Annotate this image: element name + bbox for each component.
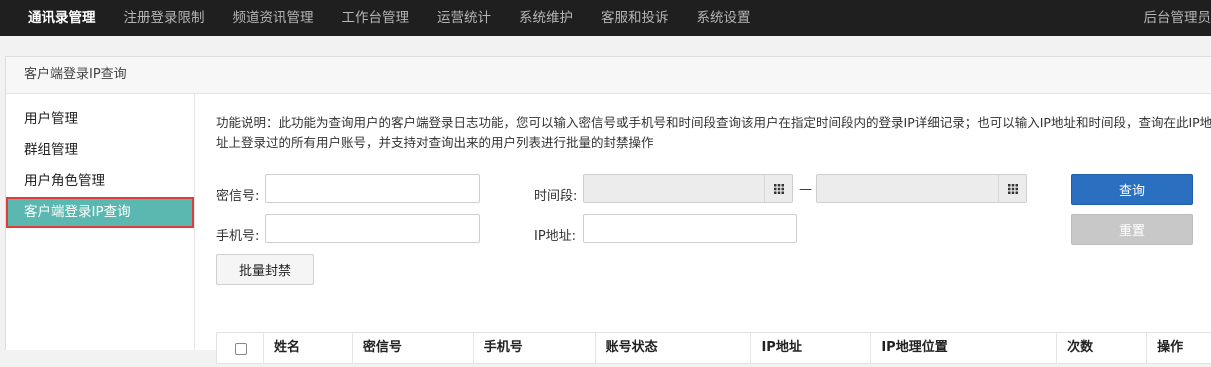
main-content: 功能说明：此功能为查询用户的客户端登录日志功能，您可以输入密信号或手机号和时间段… <box>216 94 1211 350</box>
topnav-item-system-settings[interactable]: 系统设置 <box>683 0 765 36</box>
topnav-item-channel-news[interactable]: 频道资讯管理 <box>219 0 328 36</box>
sidebar-item-user-management[interactable]: 用户管理 <box>6 104 194 135</box>
time-end-input[interactable] <box>816 174 1027 203</box>
topnav-item-register-login-limits[interactable]: 注册登录限制 <box>110 0 219 36</box>
mixin-id-label: 密信号: <box>216 185 259 204</box>
column-header-phone[interactable]: 手机号 <box>474 333 596 363</box>
current-user-label[interactable]: 后台管理员 <box>1144 0 1211 36</box>
sidebar-item-user-role-management[interactable]: 用户角色管理 <box>6 166 194 197</box>
top-nav-menu: 通讯录管理 注册登录限制 频道资讯管理 工作台管理 运营统计 系统维护 客服和投… <box>0 0 765 36</box>
topnav-item-operation-stats[interactable]: 运营统计 <box>423 0 505 36</box>
column-header-mixin-id[interactable]: 密信号 <box>353 333 474 363</box>
column-header-account-status[interactable]: 账号状态 <box>596 333 752 363</box>
calendar-icon[interactable] <box>998 175 1026 202</box>
column-header-ip-location[interactable]: IP地理位置 <box>871 333 1057 363</box>
select-all-column <box>217 333 264 363</box>
main-panel: 客户端登录IP查询 用户管理 群组管理 用户角色管理 客户端登录IP查询 功能说… <box>5 56 1211 350</box>
function-description: 功能说明：此功能为查询用户的客户端登录日志功能，您可以输入密信号或手机号和时间段… <box>216 113 1211 153</box>
column-header-ip-address[interactable]: IP地址 <box>751 333 871 363</box>
top-navigation-bar: 通讯录管理 注册登录限制 频道资讯管理 工作台管理 运营统计 系统维护 客服和投… <box>0 0 1211 36</box>
column-header-name[interactable]: 姓名 <box>264 333 353 363</box>
phone-label: 手机号: <box>216 225 259 244</box>
topnav-item-support-complaints[interactable]: 客服和投诉 <box>587 0 683 36</box>
reset-button[interactable]: 重置 <box>1071 214 1193 245</box>
time-range-label: 时间段: <box>534 185 577 204</box>
select-all-checkbox[interactable] <box>235 343 247 355</box>
column-header-actions[interactable]: 操作 <box>1147 333 1211 363</box>
time-start-input[interactable] <box>583 174 793 203</box>
topnav-item-system-maintenance[interactable]: 系统维护 <box>505 0 587 36</box>
time-range-separator: — <box>799 182 812 197</box>
sidebar: 用户管理 群组管理 用户角色管理 客户端登录IP查询 <box>6 94 195 350</box>
phone-input[interactable] <box>265 214 480 243</box>
ip-address-label: IP地址: <box>534 225 576 244</box>
topnav-item-contacts[interactable]: 通讯录管理 <box>0 0 110 36</box>
column-header-count[interactable]: 次数 <box>1057 333 1147 363</box>
topnav-item-workbench[interactable]: 工作台管理 <box>328 0 424 36</box>
sidebar-item-group-management[interactable]: 群组管理 <box>6 135 194 166</box>
panel-title: 客户端登录IP查询 <box>6 57 1211 94</box>
query-button[interactable]: 查询 <box>1071 174 1193 205</box>
results-table-header: 姓名 密信号 手机号 账号状态 IP地址 IP地理位置 次数 操作 <box>216 332 1211 364</box>
ip-address-input[interactable] <box>583 214 797 243</box>
sidebar-item-client-login-ip-query[interactable]: 客户端登录IP查询 <box>6 197 194 228</box>
calendar-icon[interactable] <box>764 175 792 202</box>
batch-ban-button[interactable]: 批量封禁 <box>216 254 314 285</box>
mixin-id-input[interactable] <box>265 174 480 203</box>
